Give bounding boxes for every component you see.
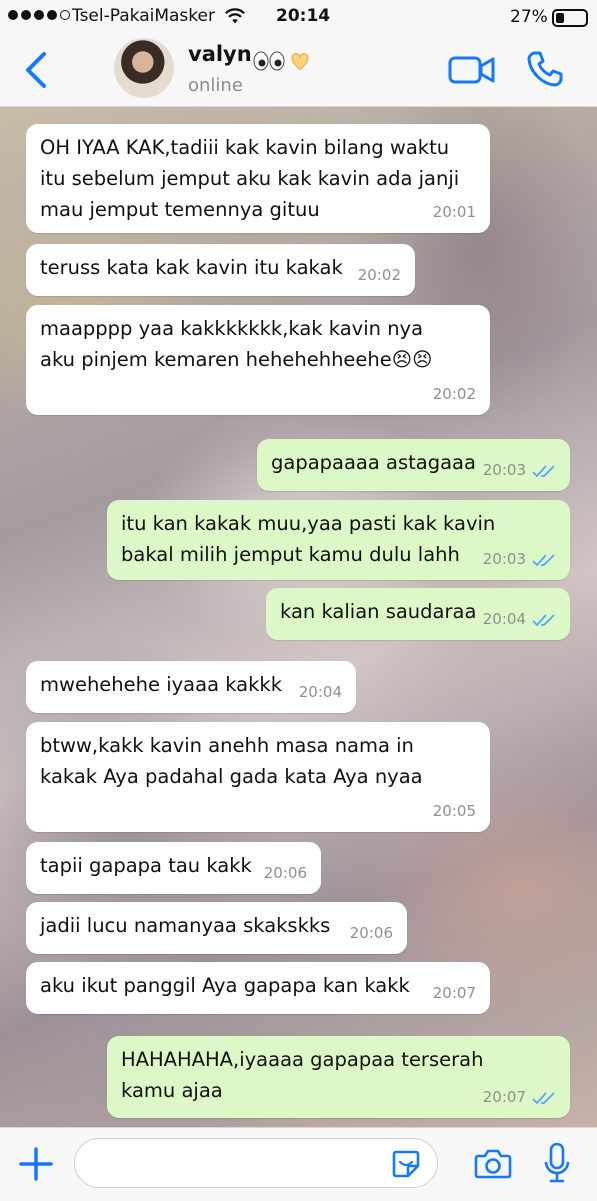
message-time: 20:02 <box>357 266 401 284</box>
voice-call-icon[interactable] <box>526 50 564 88</box>
read-double-check-icon <box>532 464 555 477</box>
message-time: 20:07 <box>482 1088 526 1106</box>
message-time: 20:03 <box>482 550 526 568</box>
message-text: maapppp yaa kakkkkkkk,kak kavin nya aku … <box>40 317 433 371</box>
message-bubble-outgoing[interactable]: HAHAHAHA,iyaaaa gapapaa terserah kamu aj… <box>107 1036 570 1118</box>
read-double-check-icon <box>532 613 555 626</box>
battery-icon <box>552 9 588 27</box>
message-bubble-incoming[interactable]: btww,kakk kavin anehh masa nama in kakak… <box>26 722 490 832</box>
message-time: 20:07 <box>432 984 476 1002</box>
message-bubble-incoming[interactable]: OH IYAA KAK,tadiii kak kavin bilang wakt… <box>26 124 490 233</box>
status-bar: Tsel-PakaiMasker 20:14 27% <box>0 0 597 34</box>
message-time: 20:02 <box>432 385 476 403</box>
message-input[interactable] <box>74 1138 438 1188</box>
message-bubble-incoming[interactable]: aku ikut panggil Aya gapapa kan kakk 20:… <box>26 962 490 1014</box>
contact-avatar[interactable] <box>114 38 174 98</box>
message-text: btww,kakk kavin anehh masa nama in kakak… <box>40 734 423 788</box>
read-double-check-icon <box>532 553 555 566</box>
message-text: mwehehehe iyaaa kakkk <box>40 673 282 696</box>
video-call-icon[interactable] <box>448 54 496 86</box>
contact-name[interactable]: valyn <box>188 42 252 66</box>
message-time: 20:03 <box>482 461 526 479</box>
read-double-check-icon <box>532 1091 555 1104</box>
message-bubble-incoming[interactable]: mwehehehe iyaaa kakkk 20:04 <box>26 661 356 713</box>
sticker-icon[interactable] <box>390 1148 422 1180</box>
message-text: aku ikut panggil Aya gapapa kan kakk <box>40 974 410 997</box>
message-bubble-outgoing[interactable]: itu kan kakak muu,yaa pasti kak kavin ba… <box>107 500 570 580</box>
message-time: 20:05 <box>432 802 476 820</box>
message-time: 20:06 <box>349 924 393 942</box>
message-text: HAHAHAHA,iyaaaa gapapaa terserah kamu aj… <box>121 1048 484 1102</box>
message-time: 20:06 <box>263 864 307 882</box>
eyes-heart-hands-emoji-icon <box>253 51 309 71</box>
message-bubble-incoming[interactable]: jadii lucu namanyaa skakskks 20:06 <box>26 902 407 954</box>
signal-strength-icon <box>8 10 70 20</box>
message-text: kan kalian saudaraa <box>280 600 477 623</box>
message-bubble-outgoing[interactable]: kan kalian saudaraa 20:04 <box>266 588 570 640</box>
message-bubble-outgoing[interactable]: gapapaaaa astagaaa 20:03 <box>257 439 570 491</box>
carrier-name: Tsel-PakaiMasker <box>72 6 215 26</box>
plus-attach-icon[interactable] <box>18 1146 54 1182</box>
status-time: 20:14 <box>276 6 331 26</box>
message-time: 20:01 <box>432 203 476 221</box>
message-time: 20:04 <box>482 610 526 628</box>
message-time: 20:04 <box>298 683 342 701</box>
message-text: teruss kata kak kavin itu kakak <box>40 256 343 279</box>
message-input-bar <box>0 1127 597 1201</box>
message-text: tapii gapapa tau kakk <box>40 854 252 877</box>
back-chevron-icon[interactable] <box>20 48 54 92</box>
message-text: OH IYAA KAK,tadiii kak kavin bilang wakt… <box>40 136 460 221</box>
message-bubble-incoming[interactable]: maapppp yaa kakkkkkkk,kak kavin nya aku … <box>26 305 490 415</box>
message-text: itu kan kakak muu,yaa pasti kak kavin ba… <box>121 512 496 566</box>
message-text: jadii lucu namanyaa skakskks <box>40 914 331 937</box>
wifi-icon <box>225 8 245 24</box>
message-text: gapapaaaa astagaaa <box>271 451 476 474</box>
microphone-icon[interactable] <box>544 1142 570 1184</box>
chat-messages-area[interactable]: OH IYAA KAK,tadiii kak kavin bilang wakt… <box>0 107 597 1127</box>
message-bubble-incoming[interactable]: teruss kata kak kavin itu kakak 20:02 <box>26 244 415 296</box>
battery-percent: 27% <box>510 7 548 27</box>
message-bubble-incoming[interactable]: tapii gapapa tau kakk 20:06 <box>26 842 321 894</box>
chat-header: valyn online <box>0 34 597 107</box>
camera-icon[interactable] <box>474 1148 512 1180</box>
contact-presence: online <box>188 75 243 96</box>
